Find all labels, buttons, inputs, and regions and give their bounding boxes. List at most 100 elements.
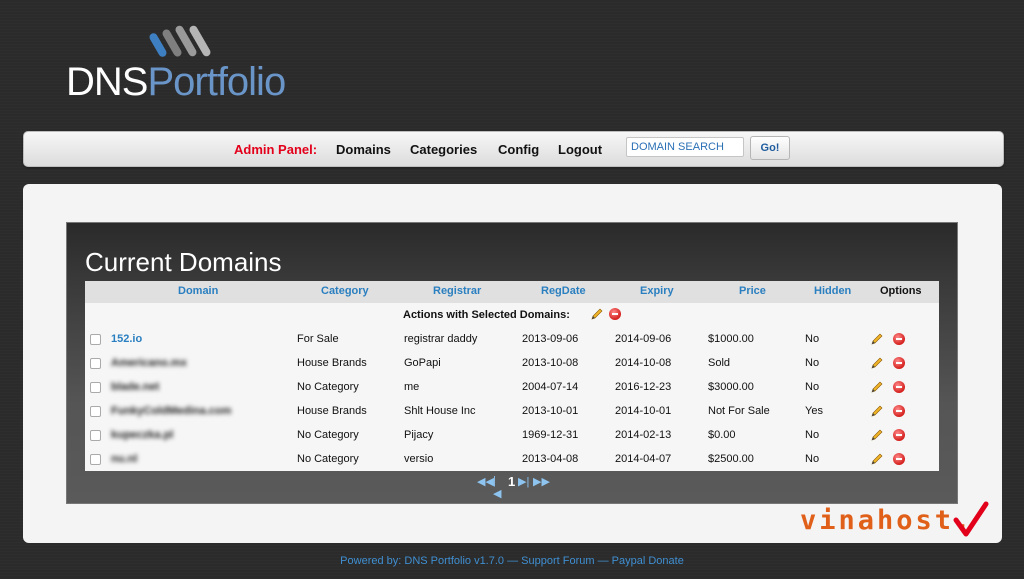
logo-bars-icon [149, 25, 211, 57]
table-header: Domain Category Registrar RegDate Expiry… [85, 281, 939, 303]
footer-separator: — [594, 555, 612, 567]
delete-icon[interactable] [893, 429, 905, 441]
domain-link[interactable]: nu.nl [111, 453, 137, 465]
cell-price: $1000.00 [708, 333, 754, 345]
cell-expiry: 2014-09-06 [615, 333, 672, 345]
nav-bar: Admin Panel: Domains Categories Config L… [23, 131, 1004, 167]
domain-link[interactable]: kupeczka.pl [111, 429, 173, 441]
cell-hidden: Yes [805, 405, 823, 417]
cell-regdate: 2013-09-06 [522, 333, 579, 345]
col-expiry[interactable]: Expiry [640, 285, 674, 297]
logo-dns: DNS [66, 60, 148, 104]
domain-link[interactable]: FunkyColdMedina.com [111, 405, 231, 417]
bulk-actions-row: Actions with Selected Domains: [85, 307, 939, 325]
cell-registrar: Shlt House Inc [404, 405, 476, 417]
cell-price: $0.00 [708, 429, 736, 441]
cell-hidden: No [805, 357, 820, 369]
next-page-icon[interactable]: ▶| [518, 475, 529, 488]
cell-regdate: 1969-12-31 [522, 429, 579, 441]
cell-regdate: 2004-07-14 [522, 381, 579, 393]
cell-price: Sold [708, 357, 731, 369]
prev-page-icon[interactable]: |◀ [493, 475, 501, 500]
current-page: 1 [508, 474, 516, 489]
edit-pencil-icon[interactable] [871, 357, 883, 369]
row-checkbox[interactable] [90, 430, 101, 441]
cell-registrar: me [404, 381, 420, 393]
cell-regdate: 2013-10-08 [522, 357, 579, 369]
delete-icon[interactable] [893, 381, 905, 393]
cell-regdate: 2013-10-01 [522, 405, 579, 417]
cell-hidden: No [805, 333, 820, 345]
nav-config[interactable]: Config [498, 142, 539, 157]
cell-registrar: GoPapi [404, 357, 441, 369]
page-title: Current Domains [85, 247, 282, 277]
nav-domains[interactable]: Domains [336, 142, 391, 157]
cell-registrar: versio [404, 453, 434, 465]
paypal-donate-link[interactable]: Paypal Donate [612, 555, 684, 567]
col-category[interactable]: Category [321, 285, 369, 297]
cell-price: $2500.00 [708, 453, 754, 465]
domain-link[interactable]: blade.net [111, 381, 159, 393]
cell-category: No Category [297, 429, 359, 441]
cell-expiry: 2014-04-07 [615, 453, 672, 465]
nav-categories[interactable]: Categories [410, 142, 477, 157]
edit-pencil-icon[interactable] [871, 405, 883, 417]
row-checkbox[interactable] [90, 334, 101, 345]
bulk-delete-icon[interactable] [609, 308, 621, 320]
first-page-icon[interactable]: ◀◀ [477, 475, 494, 488]
col-domain[interactable]: Domain [178, 285, 218, 297]
cell-regdate: 2013-04-08 [522, 453, 579, 465]
edit-pencil-icon[interactable] [871, 453, 883, 465]
cell-category: House Brands [297, 405, 367, 417]
col-regdate[interactable]: RegDate [541, 285, 586, 297]
col-options: Options [880, 285, 922, 297]
row-checkbox[interactable] [90, 382, 101, 393]
cell-expiry: 2014-10-01 [615, 405, 672, 417]
delete-icon[interactable] [893, 405, 905, 417]
domain-search-input[interactable] [626, 137, 744, 157]
delete-icon[interactable] [893, 333, 905, 345]
last-page-icon[interactable]: ▶▶ [533, 475, 550, 488]
logo: DNSPortfolio [66, 22, 326, 105]
delete-icon[interactable] [893, 357, 905, 369]
col-hidden[interactable]: Hidden [814, 285, 851, 297]
table-row: Americano.mx House Brands GoPapi 2013-10… [85, 353, 939, 377]
cell-category: No Category [297, 381, 359, 393]
go-button[interactable]: Go! [750, 136, 790, 160]
domain-link[interactable]: 152.io [111, 333, 142, 345]
table-row: 152.io For Sale registrar daddy 2013-09-… [85, 329, 939, 353]
cell-expiry: 2016-12-23 [615, 381, 672, 393]
row-checkbox[interactable] [90, 358, 101, 369]
col-price[interactable]: Price [739, 285, 766, 297]
cell-expiry: 2014-02-13 [615, 429, 672, 441]
watermark-logo: vinahost. [800, 505, 974, 536]
table-row: FunkyColdMedina.com House Brands Shlt Ho… [85, 401, 939, 425]
logo-text: DNSPortfolio [66, 60, 286, 105]
domain-link[interactable]: Americano.mx [111, 357, 187, 369]
footer-separator: — [504, 555, 522, 567]
edit-pencil-icon[interactable] [871, 381, 883, 393]
col-registrar[interactable]: Registrar [433, 285, 481, 297]
current-domains-box: Current Domains Domain Category Registra… [66, 222, 958, 504]
row-checkbox[interactable] [90, 454, 101, 465]
table-row: kupeczka.pl No Category Pijacy 1969-12-3… [85, 425, 939, 449]
powered-by-link[interactable]: Powered by: DNS Portfolio v1.7.0 [340, 555, 504, 567]
nav-logout[interactable]: Logout [558, 142, 602, 157]
cell-price: $3000.00 [708, 381, 754, 393]
edit-pencil-icon[interactable] [871, 429, 883, 441]
cell-hidden: No [805, 381, 820, 393]
edit-pencil-icon[interactable] [871, 333, 883, 345]
delete-icon[interactable] [893, 453, 905, 465]
cell-registrar: Pijacy [404, 429, 434, 441]
logo-portfolio: Portfolio [147, 60, 286, 104]
cell-category: House Brands [297, 357, 367, 369]
table-row: nu.nl No Category versio 2013-04-08 2014… [85, 449, 939, 473]
cell-category: For Sale [297, 333, 339, 345]
footer: Powered by: DNS Portfolio v1.7.0 — Suppo… [0, 555, 1024, 567]
support-forum-link[interactable]: Support Forum [521, 555, 594, 567]
bulk-edit-pencil-icon[interactable] [591, 308, 603, 320]
bulk-actions-label: Actions with Selected Domains: [403, 309, 570, 321]
table-row: blade.net No Category me 2004-07-14 2016… [85, 377, 939, 401]
cell-registrar: registrar daddy [404, 333, 478, 345]
row-checkbox[interactable] [90, 406, 101, 417]
